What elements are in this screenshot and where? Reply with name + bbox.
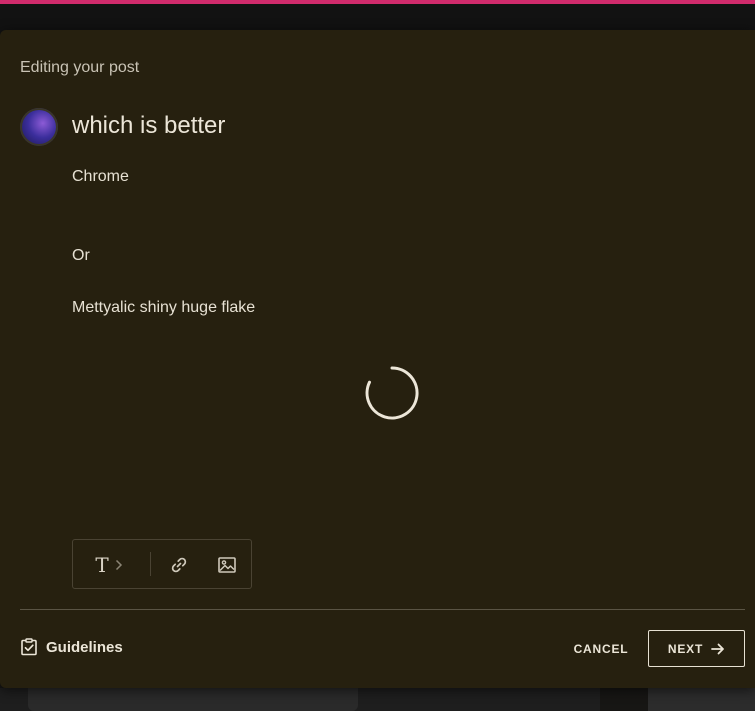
loading-spinner-icon (365, 366, 419, 420)
post-body-line: Mettyalic shiny huge flake (72, 299, 256, 316)
avatar (20, 108, 58, 146)
insert-image-button[interactable] (213, 552, 241, 578)
post-body-line: Chrome (72, 168, 129, 185)
backdrop-content-left (0, 688, 600, 711)
footer-divider (20, 609, 745, 610)
text-format-button[interactable]: T (87, 552, 131, 578)
clipboard-check-icon (21, 638, 37, 656)
text-format-icon: T (95, 553, 109, 577)
image-icon (218, 557, 236, 573)
cancel-button[interactable]: CANCEL (562, 631, 640, 667)
arrow-right-icon (711, 643, 725, 654)
guidelines-link[interactable]: Guidelines (20, 636, 123, 658)
chevron-right-icon (115, 559, 122, 571)
post-body-line: Or (72, 247, 90, 264)
backdrop-content-right (648, 688, 755, 711)
next-button[interactable]: NEXT (648, 630, 745, 667)
backdrop-content-shape (28, 688, 358, 711)
link-icon (171, 557, 187, 573)
next-button-label: NEXT (667, 641, 704, 656)
modal-heading: Editing your post (20, 59, 140, 76)
guidelines-label: Guidelines (46, 638, 123, 656)
formatting-toolbar: T (72, 539, 252, 589)
toolbar-separator (150, 552, 151, 576)
insert-link-button[interactable] (165, 552, 193, 578)
edit-post-modal: Editing your post which is better Chrome… (0, 30, 755, 688)
post-title[interactable]: which is better (72, 112, 225, 140)
